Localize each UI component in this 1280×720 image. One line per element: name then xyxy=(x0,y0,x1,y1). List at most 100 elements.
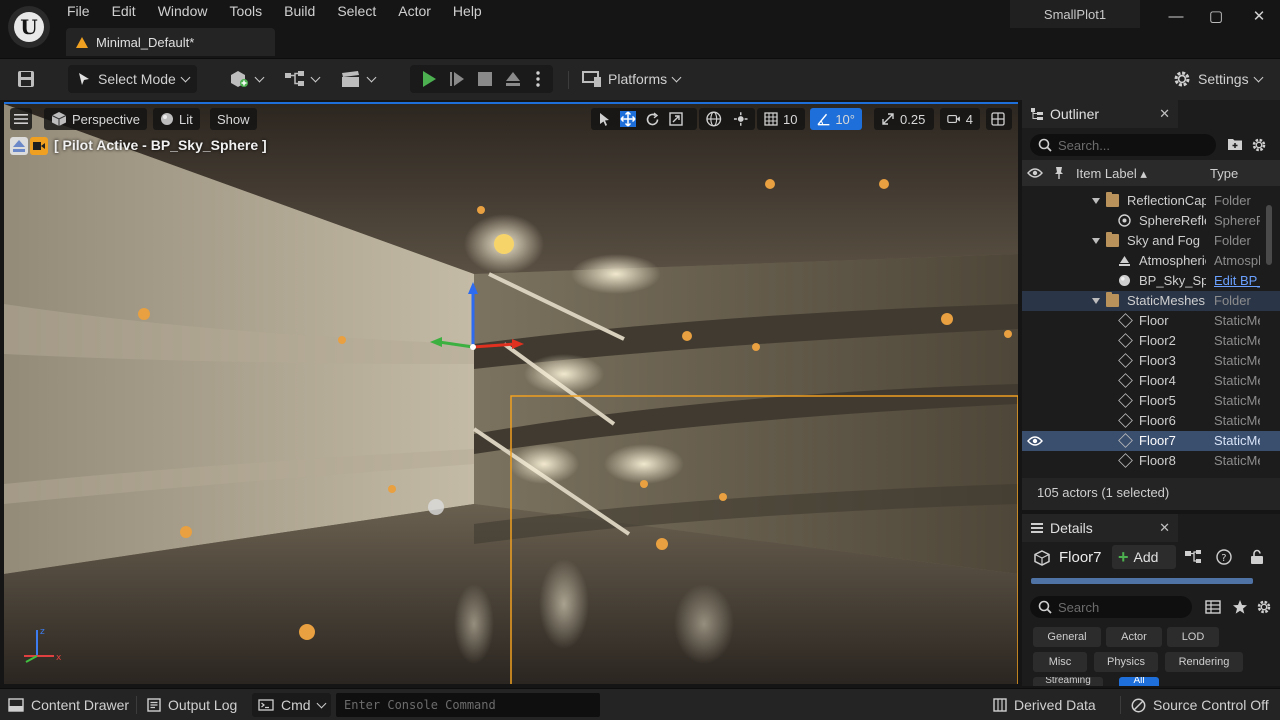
close-icon[interactable]: ✕ xyxy=(1159,520,1170,536)
help-icon[interactable]: ? xyxy=(1216,549,1232,565)
star-icon[interactable] xyxy=(1232,599,1248,615)
cmd-dropdown[interactable]: Cmd xyxy=(252,693,331,717)
minimize-button[interactable]: — xyxy=(1166,6,1186,26)
select-cursor-icon[interactable] xyxy=(598,112,611,127)
outliner-panel: Outliner ✕ Search... Item Label ▴ Type R… xyxy=(1022,100,1280,510)
tree-row-type: AtmosphericFog xyxy=(1214,253,1260,268)
show-dropdown[interactable]: Show xyxy=(210,108,257,130)
cinematics-button[interactable] xyxy=(340,65,377,93)
select-mode-dropdown[interactable]: Select Mode xyxy=(68,65,197,93)
tree-row-floor6[interactable]: Floor6 StaticMeshActor xyxy=(1022,411,1268,431)
level-viewport[interactable]: z x Perspective Lit Show 10 10° 0.25 4 [… xyxy=(4,102,1018,684)
tab-outliner[interactable]: Outliner ✕ xyxy=(1022,100,1178,128)
translate-icon[interactable] xyxy=(620,111,636,127)
tree-row-floor4[interactable]: Floor4 StaticMeshActor xyxy=(1022,371,1268,391)
edit-blueprint-link[interactable]: Edit BP_Sky_Sphere xyxy=(1214,273,1260,288)
outliner-search-input[interactable]: Search... xyxy=(1030,134,1216,156)
eye-icon[interactable] xyxy=(1027,435,1043,447)
type-column-header[interactable]: Type xyxy=(1210,166,1238,181)
gear-icon[interactable] xyxy=(1256,599,1272,615)
derived-data-button[interactable]: Derived Data xyxy=(993,689,1096,720)
console-command-input[interactable]: Enter Console Command xyxy=(336,693,600,717)
add-component-button[interactable]: + Add xyxy=(1112,545,1176,569)
eject-icon[interactable] xyxy=(504,70,522,88)
filter-general[interactable]: General xyxy=(1033,627,1101,647)
menu-select[interactable]: Select xyxy=(326,0,387,24)
filter-misc[interactable]: Misc xyxy=(1033,652,1087,672)
tree-row-sky-and-fog[interactable]: Sky and Fog Folder xyxy=(1022,231,1268,251)
grid-snap-toggle[interactable]: 10 xyxy=(757,108,805,130)
expand-arrow-icon[interactable] xyxy=(1092,238,1100,244)
item-label-column-header[interactable]: Item Label ▴ xyxy=(1076,166,1147,182)
unreal-logo[interactable]: U xyxy=(8,6,50,48)
menu-help[interactable]: Help xyxy=(442,0,493,24)
tree-row-floor2[interactable]: Floor2 StaticMeshActor xyxy=(1022,331,1268,351)
filter-streaming[interactable]: Streaming xyxy=(1033,677,1103,686)
tree-row-floor7[interactable]: Floor7 StaticMeshActor xyxy=(1022,431,1280,451)
globe-icon[interactable] xyxy=(706,111,722,127)
output-log-button[interactable]: Output Log xyxy=(147,689,237,720)
eject-pilot-button[interactable] xyxy=(10,137,48,155)
stop-icon[interactable] xyxy=(477,71,493,87)
viewport-scene[interactable]: z x xyxy=(4,104,1018,684)
more-options-icon[interactable] xyxy=(535,70,541,88)
close-window-button[interactable]: ✕ xyxy=(1249,6,1269,26)
content-drawer-button[interactable]: Content Drawer xyxy=(8,689,129,720)
filter-rendering[interactable]: Rendering xyxy=(1165,652,1243,672)
platforms-button[interactable]: Platforms xyxy=(582,65,682,93)
viewport-menu-button[interactable] xyxy=(10,108,32,130)
surface-snapping-icon[interactable] xyxy=(733,111,749,127)
maximize-button[interactable]: ▢ xyxy=(1206,6,1226,26)
filter-actor[interactable]: Actor xyxy=(1106,627,1162,647)
tree-row-reflectioncapture[interactable]: ReflectionCapture Folder xyxy=(1022,191,1268,211)
gear-icon[interactable] xyxy=(1251,137,1267,153)
scale-snap-toggle[interactable]: 0.25 xyxy=(874,108,934,130)
blueprints-button[interactable] xyxy=(284,65,321,93)
tree-row-floor3[interactable]: Floor3 StaticMeshActor xyxy=(1022,351,1268,371)
view-mode-dropdown[interactable]: Lit xyxy=(153,108,200,130)
tree-row-spherereflectioncapture[interactable]: SphereReflectionCapture SphereReflection… xyxy=(1022,211,1268,231)
lock-icon[interactable] xyxy=(1250,549,1264,565)
tree-row-atmosphericfog[interactable]: AtmosphericFog AtmosphericFog xyxy=(1022,251,1268,271)
outliner-scrollbar[interactable] xyxy=(1266,205,1272,265)
expand-arrow-icon[interactable] xyxy=(1092,198,1100,204)
tree-row-floor8[interactable]: Floor8 StaticMeshActor xyxy=(1022,451,1268,471)
close-icon[interactable]: ✕ xyxy=(1159,106,1170,122)
blueprint-convert-icon[interactable] xyxy=(1184,549,1202,565)
camera-speed-button[interactable]: 4 xyxy=(940,108,980,130)
filter-lod[interactable]: LOD xyxy=(1167,627,1219,647)
details-search-input[interactable]: Search xyxy=(1030,596,1192,618)
menu-window[interactable]: Window xyxy=(147,0,219,24)
perspective-dropdown[interactable]: Perspective xyxy=(44,108,147,130)
tree-row-type: StaticMeshActor xyxy=(1214,373,1260,388)
source-control-button[interactable]: Source Control Off xyxy=(1131,689,1269,720)
menu-tools[interactable]: Tools xyxy=(218,0,273,24)
settings-button[interactable]: Settings xyxy=(1172,65,1264,93)
main-toolbar: Select Mode Platforms Settings xyxy=(0,58,1280,100)
menu-actor[interactable]: Actor xyxy=(387,0,442,24)
filter-physics[interactable]: Physics xyxy=(1094,652,1158,672)
component-tree-bar[interactable] xyxy=(1031,578,1253,584)
angle-snap-toggle[interactable]: 10° xyxy=(810,108,862,130)
filter-all[interactable]: All xyxy=(1119,677,1159,686)
menu-edit[interactable]: Edit xyxy=(101,0,147,24)
viewport-layout-button[interactable] xyxy=(986,108,1012,130)
level-tab[interactable]: Minimal_Default* xyxy=(66,28,275,56)
table-view-icon[interactable] xyxy=(1205,600,1221,614)
rotate-icon[interactable] xyxy=(645,111,660,127)
save-button[interactable] xyxy=(16,65,38,93)
menu-file[interactable]: File xyxy=(56,0,101,24)
expand-arrow-icon[interactable] xyxy=(1092,298,1100,304)
tab-details[interactable]: Details ✕ xyxy=(1022,514,1178,542)
step-forward-icon[interactable] xyxy=(448,70,466,88)
tree-row-floor[interactable]: Floor StaticMeshActor xyxy=(1022,311,1268,331)
new-folder-icon[interactable] xyxy=(1227,137,1243,151)
tree-row-floor5[interactable]: Floor5 StaticMeshActor xyxy=(1022,391,1268,411)
menu-build[interactable]: Build xyxy=(273,0,326,24)
play-icon[interactable] xyxy=(420,70,438,88)
scale-icon[interactable] xyxy=(669,112,683,126)
add-actor-button[interactable] xyxy=(228,65,265,93)
tree-row-bp-sky-sphere[interactable]: BP_Sky_Sphere Edit BP_Sky_Sphere xyxy=(1022,271,1268,291)
tree-row-staticmeshes[interactable]: StaticMeshes Folder xyxy=(1022,291,1280,311)
eye-icon xyxy=(1027,168,1043,178)
